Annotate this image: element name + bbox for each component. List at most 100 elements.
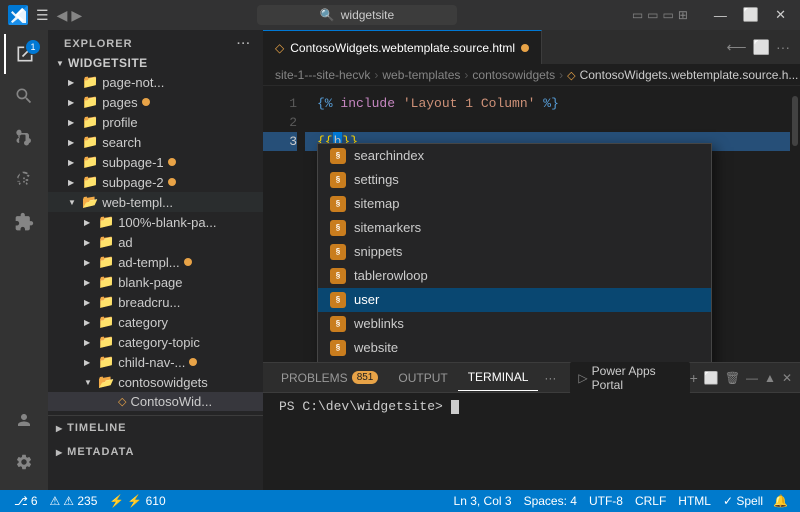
panel-tabs: PROBLEMS 851 OUTPUT TERMINAL ··· ▷ Power… — [263, 363, 800, 393]
ac-snippet-icon: § — [330, 292, 346, 308]
nav-back[interactable]: ◀ — [57, 7, 68, 24]
tree-item-breadcrumb[interactable]: ▶ 📁 breadcru... — [48, 292, 263, 312]
ac-label: settings — [354, 170, 399, 190]
tree-item-child-nav[interactable]: ▶ 📁 child-nav-... — [48, 352, 263, 372]
activity-explorer[interactable]: 1 — [4, 34, 44, 74]
modified-badge — [168, 178, 176, 186]
ac-item-user[interactable]: § user — [318, 288, 711, 312]
hamburger-menu[interactable]: ☰ — [36, 7, 49, 24]
ac-item-settings[interactable]: § settings — [318, 168, 711, 192]
section-timeline[interactable]: ▶ TIMELINE — [48, 415, 263, 440]
activity-extensions[interactable] — [4, 202, 44, 242]
autocomplete-dropdown[interactable]: § searchindex § settings § sitemap § sit… — [317, 143, 712, 362]
status-git[interactable]: ⎇ 6 — [8, 494, 44, 508]
ac-label: user — [354, 290, 379, 310]
ac-label: sitemarkers — [354, 218, 421, 238]
panel-tab-problems[interactable]: PROBLEMS 851 — [271, 365, 388, 391]
sidebar-header: EXPLORER ··· — [48, 30, 263, 54]
editor-more-icon[interactable]: ··· — [776, 39, 790, 55]
tree-item-page-not[interactable]: ▶ 📁 page-not... — [48, 72, 263, 92]
ac-item-assign[interactable]: assign Tag assign — [318, 360, 711, 362]
tree-item-search[interactable]: ▶ 📁 search — [48, 132, 263, 152]
power-apps-btn[interactable]: ▷ Power Apps Portal — [570, 362, 689, 394]
git-icon: ⎇ — [14, 494, 28, 508]
terminal-content[interactable]: PS C:\dev\widgetsite> — [263, 393, 800, 490]
nav-forward[interactable]: ▶ — [71, 7, 82, 24]
ac-snippet-icon: § — [330, 220, 346, 236]
ac-item-snippets[interactable]: § snippets — [318, 240, 711, 264]
scrollbar-track[interactable] — [790, 86, 800, 362]
activity-debug[interactable] — [4, 160, 44, 200]
activity-settings[interactable] — [4, 442, 44, 482]
tree-item-web-templates[interactable]: ▼ 📂 web-templ... — [48, 192, 263, 212]
tree-item-profile[interactable]: ▶ 📁 profile — [48, 112, 263, 132]
section-metadata[interactable]: ▶ METADATA — [48, 440, 263, 464]
tree-item-pages[interactable]: ▶ 📁 pages — [48, 92, 263, 112]
close-btn[interactable]: ✕ — [769, 5, 792, 25]
warning-count: ⚡ 610 — [127, 494, 165, 508]
breadcrumb: site-1---site-hecvk › web-templates › co… — [263, 65, 800, 86]
tree-item-ad[interactable]: ▶ 📁 ad — [48, 232, 263, 252]
status-position[interactable]: Ln 3, Col 3 — [448, 494, 518, 508]
ac-item-sitemarkers[interactable]: § sitemarkers — [318, 216, 711, 240]
ac-item-website[interactable]: § website — [318, 336, 711, 360]
search-bar[interactable]: 🔍 widgetsite — [257, 5, 457, 25]
notification-icon: 🔔 — [773, 494, 788, 508]
tree-item-category[interactable]: ▶ 📁 category — [48, 312, 263, 332]
tree-item-blank[interactable]: ▶ 📁 100%-blank-pa... — [48, 212, 263, 232]
status-encoding[interactable]: UTF-8 — [583, 494, 629, 508]
status-warnings[interactable]: ⚡ ⚡ 610 — [103, 494, 171, 508]
tree-root[interactable]: ▼ WIDGETSITE — [48, 54, 263, 72]
breadcrumb-icon: ◇ — [567, 69, 575, 82]
maximize-btn[interactable]: ⬜ — [737, 5, 765, 25]
ac-label: sitemap — [354, 194, 400, 214]
tree-item-subpage1[interactable]: ▶ 📁 subpage-1 — [48, 152, 263, 172]
activity-accounts[interactable] — [4, 400, 44, 440]
activity-source-control[interactable] — [4, 118, 44, 158]
power-apps-icon: ▷ — [578, 371, 587, 385]
status-bar: ⎇ 6 ⚠ ⚠ 235 ⚡ ⚡ 610 Ln 3, Col 3 Spaces: … — [0, 490, 800, 512]
panel-add-icon[interactable]: + — [690, 370, 698, 386]
panel-minimize-icon[interactable]: — — [746, 371, 758, 385]
scrollbar-thumb[interactable] — [792, 96, 798, 146]
panel-tab-output[interactable]: OUTPUT — [388, 365, 457, 391]
tree-item-category-topic[interactable]: ▶ 📁 category-topic — [48, 332, 263, 352]
breadcrumb-sep: › — [559, 68, 563, 82]
status-errors[interactable]: ⚠ ⚠ 235 — [44, 494, 104, 508]
tree-item-ad-templ[interactable]: ▶ 📁 ad-templ... — [48, 252, 263, 272]
editor-layout-icon[interactable]: ⬜ — [753, 39, 770, 56]
status-line-ending[interactable]: CRLF — [629, 494, 672, 508]
item-label: ad-templ... — [118, 255, 179, 270]
minimize-btn[interactable]: — — [708, 6, 733, 25]
ac-item-searchindex[interactable]: § searchindex — [318, 144, 711, 168]
terminal-prompt: PS C:\dev\widgetsite> — [279, 399, 443, 414]
item-label: subpage-2 — [102, 175, 163, 190]
activity-search[interactable] — [4, 76, 44, 116]
tree-item-blank-page[interactable]: ▶ 📁 blank-page — [48, 272, 263, 292]
panel-expand-icon[interactable]: ▲ — [764, 371, 776, 385]
tree-item-subpage2[interactable]: ▶ 📁 subpage-2 — [48, 172, 263, 192]
panel-more[interactable]: ··· — [538, 365, 562, 391]
active-tab[interactable]: ◇ ContosoWidgets.webtemplate.source.html — [263, 30, 542, 64]
explorer-badge: 1 — [26, 40, 40, 54]
ac-item-tablerowloop[interactable]: § tablerowloop — [318, 264, 711, 288]
panel-tab-terminal[interactable]: TERMINAL — [458, 364, 539, 391]
panel-trash-icon[interactable]: 🗑 — [725, 371, 740, 385]
panel-close-icon[interactable]: ✕ — [782, 371, 792, 385]
ac-item-weblinks[interactable]: § weblinks — [318, 312, 711, 336]
error-count: ⚠ 235 — [63, 494, 97, 508]
layout-icon-1: ▭ — [632, 8, 643, 22]
panel-split-icon[interactable]: ⬜ — [704, 371, 719, 385]
status-spell[interactable]: ✓ Spell — [717, 494, 769, 508]
status-language[interactable]: HTML — [672, 494, 717, 508]
status-notification[interactable]: 🔔 — [769, 494, 792, 508]
tree-item-contoso-file[interactable]: ◇ ContosoWid... — [48, 392, 263, 411]
sidebar-more-icon[interactable]: ··· — [237, 38, 251, 50]
ac-item-sitemap[interactable]: § sitemap — [318, 192, 711, 216]
tab-bar: ◇ ContosoWidgets.webtemplate.source.html… — [263, 30, 800, 65]
error-icon: ⚠ — [50, 494, 61, 508]
status-spaces[interactable]: Spaces: 4 — [518, 494, 583, 508]
split-editor-icon[interactable]: ⟵ — [726, 39, 746, 56]
tree-item-contosowidgets[interactable]: ▼ 📂 contosowidgets — [48, 372, 263, 392]
problems-badge: 851 — [352, 371, 379, 384]
